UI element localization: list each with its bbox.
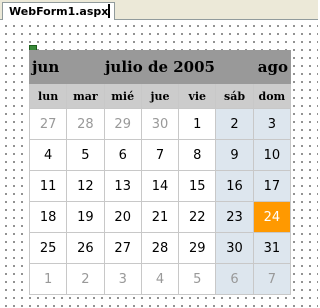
calendar-day[interactable]: 9 bbox=[215, 139, 254, 171]
day-of-week-header: dom bbox=[252, 83, 292, 109]
calendar-day[interactable]: 28 bbox=[140, 232, 180, 264]
calendar-day[interactable]: 12 bbox=[66, 170, 105, 202]
calendar-day[interactable]: 22 bbox=[178, 201, 217, 233]
calendar-day[interactable]: 6 bbox=[215, 263, 254, 295]
calendar-day[interactable]: 27 bbox=[103, 232, 142, 264]
calendar-day[interactable]: 28 bbox=[66, 108, 105, 140]
calendar-day[interactable]: 20 bbox=[103, 201, 142, 233]
calendar-day[interactable]: 10 bbox=[252, 139, 292, 171]
day-of-week-header: mar bbox=[66, 83, 105, 109]
month-title: julio de 2005 bbox=[66, 50, 254, 84]
calendar-day[interactable]: 30 bbox=[215, 232, 254, 264]
calendar-day[interactable]: 23 bbox=[215, 201, 254, 233]
calendar-day[interactable]: 19 bbox=[66, 201, 105, 233]
calendar-day[interactable]: 13 bbox=[103, 170, 142, 202]
calendar-day[interactable]: 5 bbox=[66, 139, 105, 171]
calendar-control[interactable]: jun julio de 2005 ago lun mar mié jue vie sáb… bbox=[28, 50, 292, 295]
calendar-day[interactable]: 16 bbox=[215, 170, 254, 202]
calendar-day[interactable]: 3 bbox=[103, 263, 142, 295]
calendar-day[interactable]: 5 bbox=[178, 263, 217, 295]
calendar-week-row: 1234567 bbox=[28, 263, 292, 295]
calendar-day[interactable]: 30 bbox=[140, 108, 180, 140]
day-of-week-header: mié bbox=[103, 83, 142, 109]
calendar-day[interactable]: 4 bbox=[28, 139, 68, 171]
calendar-day[interactable]: 1 bbox=[178, 108, 217, 140]
calendar-day[interactable]: 4 bbox=[140, 263, 180, 295]
calendar-day[interactable]: 1 bbox=[28, 263, 68, 295]
calendar-week-row: 4 5 6 7 8 9 10 bbox=[28, 139, 292, 171]
calendar-day[interactable]: 3 bbox=[252, 108, 292, 140]
calendar-day[interactable]: 7 bbox=[140, 139, 180, 171]
calendar-day[interactable]: 15 bbox=[178, 170, 217, 202]
calendar-day[interactable]: 6 bbox=[103, 139, 142, 171]
calendar-week-row: 11 12 13 14 15 16 17 bbox=[28, 170, 292, 202]
calendar-day[interactable]: 26 bbox=[66, 232, 105, 264]
day-of-week-header: lun bbox=[28, 83, 68, 109]
calendar-day[interactable]: 29 bbox=[178, 232, 217, 264]
calendar-day[interactable]: 21 bbox=[140, 201, 180, 233]
document-tabstrip: WebForm1.aspx bbox=[0, 0, 318, 21]
calendar-day[interactable]: 8 bbox=[178, 139, 217, 171]
calendar-day[interactable]: 29 bbox=[103, 108, 142, 140]
calendar-day[interactable]: 17 bbox=[252, 170, 292, 202]
calendar-days: 27 28 29 30 1 2 3 4 5 6 7 8 9 10 11 12 13 14 15 16 17 18 19 20 2… bbox=[28, 108, 292, 295]
calendar-day[interactable]: 2 bbox=[215, 108, 254, 140]
tab-webform1[interactable]: WebForm1.aspx bbox=[2, 2, 116, 21]
prev-month-link[interactable]: jun bbox=[28, 50, 68, 84]
calendar-day[interactable]: 18 bbox=[28, 201, 68, 233]
calendar-day[interactable]: 2 bbox=[66, 263, 105, 295]
calendar-week-row: 27 28 29 30 1 2 3 bbox=[28, 108, 292, 140]
calendar-day-today[interactable]: 24 bbox=[252, 201, 292, 233]
calendar-week-row: 25 26 27 28 29 30 31 bbox=[28, 232, 292, 264]
calendar-day[interactable]: 25 bbox=[28, 232, 68, 264]
day-of-week-header: jue bbox=[140, 83, 180, 109]
calendar-day[interactable]: 11 bbox=[28, 170, 68, 202]
day-of-week-header: sáb bbox=[215, 83, 254, 109]
calendar-day[interactable]: 31 bbox=[252, 232, 292, 264]
next-month-link[interactable]: ago bbox=[252, 50, 292, 84]
calendar-day[interactable]: 14 bbox=[140, 170, 180, 202]
calendar-day[interactable]: 27 bbox=[28, 108, 68, 140]
calendar-week-row: 18 19 20 21 22 23 24 bbox=[28, 201, 292, 233]
day-of-week-header: vie bbox=[178, 83, 217, 109]
day-of-week-row: lun mar mié jue vie sáb dom bbox=[28, 83, 292, 109]
tab-label: WebForm1.aspx bbox=[9, 5, 109, 18]
calendar-title-row: jun julio de 2005 ago bbox=[28, 50, 292, 84]
tab-separator bbox=[108, 4, 110, 18]
calendar-day[interactable]: 7 bbox=[252, 263, 292, 295]
